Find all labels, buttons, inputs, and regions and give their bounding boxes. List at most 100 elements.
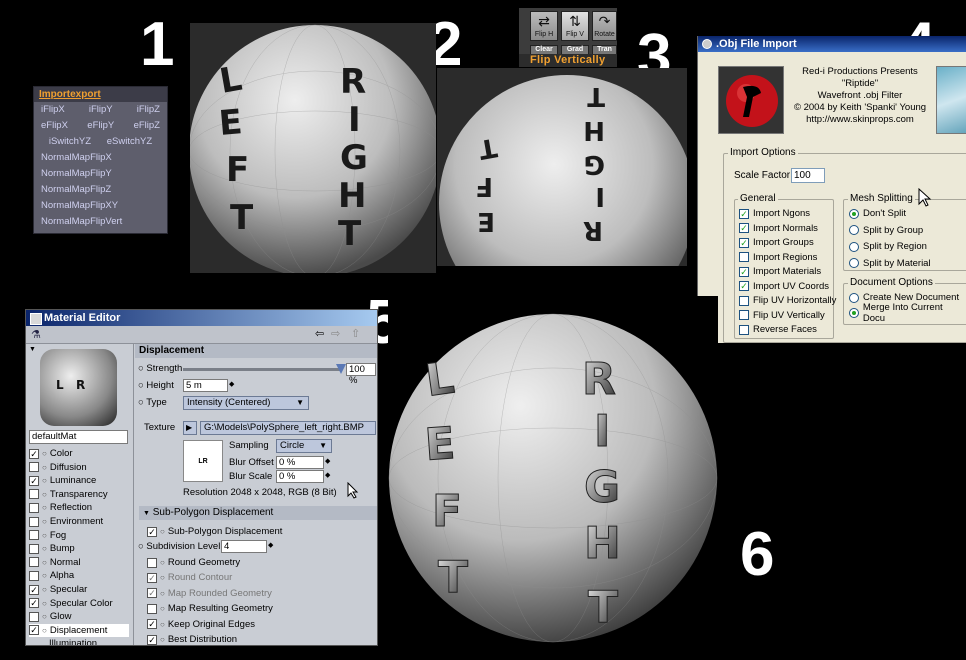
channel-glow[interactable]: ○ Glow bbox=[29, 610, 129, 623]
import-normals-checkbox[interactable]: ✓ Import Normals bbox=[739, 222, 818, 235]
iflipy-button[interactable]: iFlipY bbox=[89, 104, 113, 116]
checkbox-icon[interactable] bbox=[29, 570, 39, 581]
import-materials-checkbox[interactable]: ✓ Import Materials bbox=[739, 265, 821, 278]
normalmapflipz-button[interactable]: NormalMapFlipZ bbox=[41, 184, 111, 196]
blur-offset-stepper-icon[interactable]: ◆ bbox=[325, 457, 330, 465]
import-regions-checkbox[interactable]: Import Regions bbox=[739, 251, 817, 264]
rotate-icon: ↷ bbox=[598, 13, 611, 29]
channel-fog[interactable]: ○ Fog bbox=[29, 529, 129, 542]
eflipz-button[interactable]: eFlipZ bbox=[134, 120, 160, 132]
subdivision-level-input[interactable]: 4 bbox=[221, 540, 267, 553]
up-arrow-icon[interactable]: ⇧ bbox=[351, 327, 360, 340]
round-geometry-checkbox[interactable]: ○ Round Geometry bbox=[147, 556, 240, 569]
texture-thumbnail[interactable]: LR bbox=[183, 440, 223, 482]
channel-diffusion[interactable]: ○ Diffusion bbox=[29, 461, 129, 474]
checkbox-icon[interactable] bbox=[29, 530, 39, 541]
keep-original-edges-checkbox[interactable]: ✓ ○ Keep Original Edges bbox=[147, 618, 255, 631]
material-editor-titlebar[interactable]: Material Editor bbox=[26, 310, 377, 326]
normalmapflipvert-button[interactable]: NormalMapFlipVert bbox=[41, 216, 122, 228]
checkbox-icon[interactable] bbox=[29, 557, 39, 568]
importexport-title[interactable]: Importexport bbox=[34, 87, 167, 102]
strength-slider-handle[interactable] bbox=[336, 364, 346, 374]
split-by-group-radio[interactable]: Split by Group bbox=[849, 224, 923, 237]
channel-color[interactable]: ✓ ○ Color bbox=[29, 447, 129, 460]
viewport-2[interactable]: T F E T H G I R bbox=[437, 68, 687, 266]
best-distribution-checkbox[interactable]: ✓ ○ Best Distribution bbox=[147, 633, 237, 645]
flip-v-button[interactable]: ⇅ Flip V bbox=[561, 11, 589, 41]
checkbox-icon[interactable] bbox=[29, 611, 39, 622]
don-t-split-radio[interactable]: Don't Split bbox=[849, 207, 906, 220]
back-arrow-icon[interactable]: ⇦ bbox=[315, 327, 324, 340]
blur-offset-input[interactable]: 0 % bbox=[276, 456, 324, 469]
checkbox-icon[interactable]: ✓ bbox=[29, 625, 39, 636]
checkbox-icon[interactable] bbox=[29, 489, 39, 500]
flip-h-button[interactable]: ⇄ Flip H bbox=[530, 11, 558, 41]
channel-bump[interactable]: ○ Bump bbox=[29, 542, 129, 555]
map-rounded-geometry-checkbox[interactable]: ✓ ○ Map Rounded Geometry bbox=[147, 587, 272, 600]
checkbox-icon[interactable] bbox=[29, 502, 39, 513]
strength-slider[interactable] bbox=[183, 364, 346, 374]
channel-specular-color[interactable]: ✓ ○ Specular Color bbox=[29, 597, 129, 610]
sampling-dropdown[interactable]: Circle ▼ bbox=[276, 439, 332, 453]
channel-environment[interactable]: ○ Environment bbox=[29, 515, 129, 528]
checkbox-icon[interactable] bbox=[29, 516, 39, 527]
texture-path-button[interactable]: G:\Models\PolySphere_left_right.BMP bbox=[200, 421, 376, 435]
channel-illumination[interactable]: Illumination bbox=[29, 637, 129, 645]
import-groups-checkbox[interactable]: ✓ Import Groups bbox=[739, 236, 814, 249]
eflipy-button[interactable]: eFlipY bbox=[87, 120, 114, 132]
normalmapflipy-button[interactable]: NormalMapFlipY bbox=[41, 168, 112, 180]
material-name-field[interactable]: defaultMat bbox=[29, 430, 128, 444]
blur-scale-stepper-icon[interactable]: ◆ bbox=[325, 471, 330, 479]
subdivision-stepper-icon[interactable]: ◆ bbox=[268, 541, 273, 549]
iflipx-button[interactable]: iFlipX bbox=[41, 104, 65, 116]
channel-alpha[interactable]: ○ Alpha bbox=[29, 569, 129, 582]
iswitchyz-button[interactable]: iSwitchYZ bbox=[49, 136, 91, 148]
forward-arrow-icon[interactable]: ⇨ bbox=[331, 327, 340, 340]
checkbox-icon: ✓ bbox=[739, 266, 749, 277]
channel-specular[interactable]: ✓ ○ Specular bbox=[29, 583, 129, 596]
sphere-2-letter-t2: T bbox=[587, 81, 605, 111]
channel-reflection[interactable]: ○ Reflection bbox=[29, 501, 129, 514]
round-contour-checkbox[interactable]: ✓ ○ Round Contour bbox=[147, 571, 232, 584]
iflipz-button[interactable]: iFlipZ bbox=[137, 104, 160, 116]
split-by-region-radio[interactable]: Split by Region bbox=[849, 240, 927, 253]
subpoly-section-header[interactable]: ▼ Sub-Polygon Displacement bbox=[139, 506, 377, 520]
type-dropdown[interactable]: Intensity (Centered) ▼ bbox=[183, 396, 309, 410]
checkbox-icon[interactable]: ✓ bbox=[29, 584, 39, 595]
checkbox-icon[interactable] bbox=[29, 543, 39, 554]
scale-factor-input[interactable]: 100 bbox=[791, 168, 825, 183]
collapse-triangle-icon[interactable]: ▼ bbox=[29, 346, 36, 353]
import-uv-coords-checkbox[interactable]: ✓ Import UV Coords bbox=[739, 280, 829, 293]
blur-scale-input[interactable]: 0 % bbox=[276, 470, 324, 483]
merge-into-current-docu-radio[interactable]: Merge Into Current Docu bbox=[849, 302, 966, 324]
material-icon[interactable]: ⚗ bbox=[31, 328, 41, 341]
subpoly-displacement-checkbox[interactable]: ✓ ○ Sub-Polygon Displacement bbox=[147, 525, 282, 538]
material-preview[interactable]: L R bbox=[40, 349, 117, 426]
flip-uv-vertically-checkbox[interactable]: Flip UV Vertically bbox=[739, 309, 825, 322]
checkbox-icon[interactable]: ✓ bbox=[29, 475, 39, 486]
import-ngons-checkbox[interactable]: ✓ Import Ngons bbox=[739, 207, 810, 220]
checkbox-icon[interactable]: ✓ bbox=[29, 448, 39, 459]
texture-menu-button[interactable]: ▶ bbox=[183, 421, 197, 435]
viewport-6[interactable]: L E F T R I G H T bbox=[388, 296, 718, 660]
height-stepper-icon[interactable]: ◆ bbox=[229, 380, 234, 388]
rotate-button[interactable]: ↷ Rotate bbox=[592, 11, 617, 41]
map-resulting-geometry-checkbox[interactable]: ○ Map Resulting Geometry bbox=[147, 602, 273, 615]
channel-displacement[interactable]: ✓ ○ Displacement bbox=[29, 623, 129, 637]
normalmapflipx-button[interactable]: NormalMapFlipX bbox=[41, 152, 112, 164]
checkbox-icon[interactable]: ✓ bbox=[29, 598, 39, 609]
eswitchyz-button[interactable]: eSwitchYZ bbox=[107, 136, 152, 148]
height-input[interactable]: 5 m bbox=[183, 379, 228, 392]
split-by-material-radio[interactable]: Split by Material bbox=[849, 257, 931, 270]
strength-input[interactable]: 100 % bbox=[346, 363, 376, 386]
channel-normal[interactable]: ○ Normal bbox=[29, 556, 129, 569]
flip-uv-horizontally-checkbox[interactable]: Flip UV Horizontally bbox=[739, 294, 836, 307]
normalmapflipxy-button[interactable]: NormalMapFlipXY bbox=[41, 200, 118, 212]
obj-import-titlebar[interactable]: .Obj File Import bbox=[698, 36, 966, 52]
viewport-1[interactable]: L E F T R I G H T bbox=[190, 23, 436, 273]
channel-luminance[interactable]: ✓ ○ Luminance bbox=[29, 474, 129, 487]
eflipx-button[interactable]: eFlipX bbox=[41, 120, 68, 132]
checkbox-icon[interactable] bbox=[29, 462, 39, 473]
channel-transparency[interactable]: ○ Transparency bbox=[29, 488, 129, 501]
reverse-faces-checkbox[interactable]: Reverse Faces bbox=[739, 323, 817, 336]
